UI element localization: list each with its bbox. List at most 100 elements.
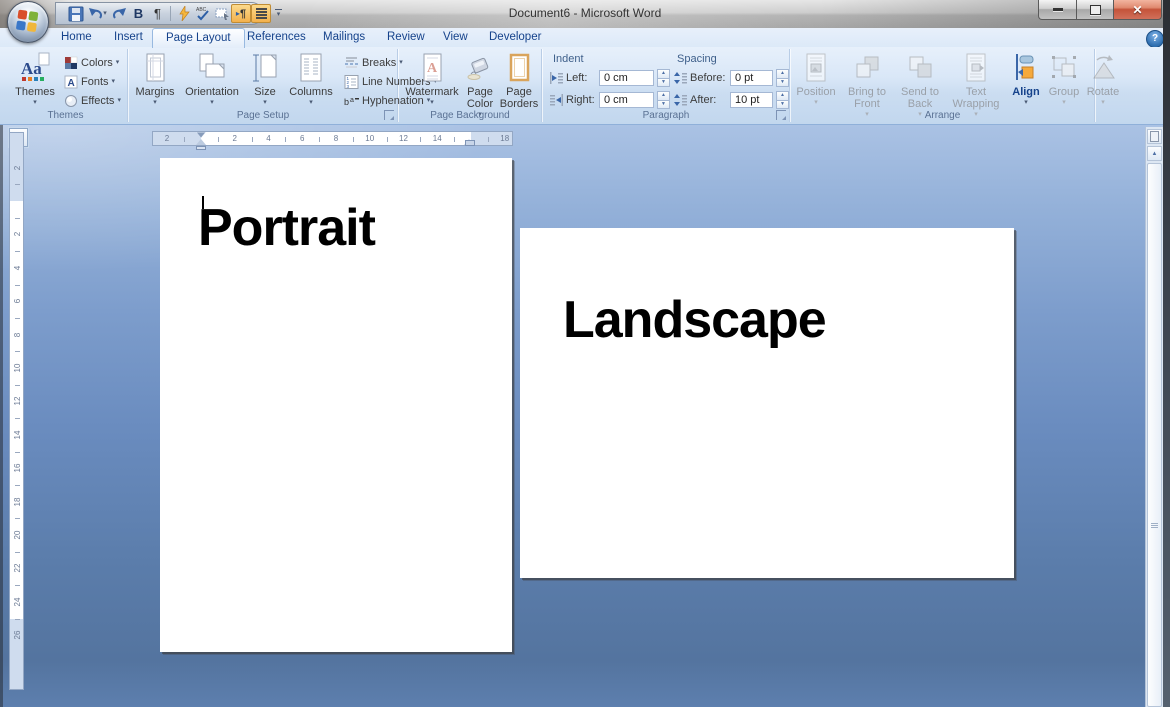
close-button[interactable]: ✕ [1114, 0, 1162, 20]
restore-button[interactable] [1077, 0, 1114, 20]
watermark-button[interactable]: A Watermark ▾ [403, 50, 461, 114]
tab-developer[interactable]: Developer [476, 28, 554, 47]
rotate-button[interactable]: Rotate ▾ [1083, 50, 1123, 114]
themes-button[interactable]: Aa Themes ▾ [10, 50, 60, 114]
qat-customize-button[interactable]: ▾ [275, 9, 282, 18]
spelling-button[interactable]: ABC [193, 4, 212, 23]
page-portrait[interactable]: Portrait [160, 158, 512, 652]
office-button[interactable] [7, 1, 49, 43]
indent-left-input[interactable]: 0 cm [599, 70, 654, 86]
theme-colors-button[interactable]: Colors▾ [64, 54, 119, 71]
indent-right-input[interactable]: 0 cm [599, 92, 654, 108]
window-border-right [1163, 0, 1170, 707]
tab-references[interactable]: References [234, 28, 319, 47]
left-indent-marker[interactable] [196, 146, 206, 150]
right-indent-marker[interactable] [464, 139, 474, 145]
tab-mailings[interactable]: Mailings [310, 28, 378, 47]
theme-effects-icon [64, 94, 78, 108]
theme-effects-button[interactable]: Effects▾ [64, 92, 121, 109]
save-button[interactable] [66, 4, 85, 23]
macros-icon [177, 6, 191, 21]
dropdown-arrow-icon: ▾ [1007, 99, 1045, 106]
page-setup-dialog-launcher[interactable] [384, 110, 394, 120]
tab-review[interactable]: Review [374, 28, 438, 47]
undo-button[interactable]: ▾ [85, 4, 110, 23]
help-button[interactable]: ? [1146, 30, 1164, 48]
bold-button[interactable]: B [129, 4, 148, 23]
dropdown-arrow-icon: ▾ [131, 99, 179, 106]
minimize-button[interactable] [1038, 0, 1077, 20]
undo-icon [88, 7, 103, 21]
tab-home[interactable]: Home [48, 28, 105, 47]
spacing-before-input[interactable]: 0 pt [730, 70, 773, 86]
window-controls: ✕ [1038, 0, 1162, 20]
tab-page-layout[interactable]: Page Layout [152, 28, 245, 48]
scrollbar-thumb[interactable] [1147, 163, 1162, 707]
select-object-button[interactable] [212, 4, 231, 23]
save-icon [68, 6, 84, 22]
text-wrapping-button[interactable]: Text Wrapping ▾ [947, 50, 1005, 114]
align-button[interactable]: Align ▾ [1007, 50, 1045, 114]
page-borders-button[interactable]: Page Borders [499, 50, 539, 114]
themes-icon: Aa [10, 52, 60, 86]
indent-left-spinner[interactable]: ▲▼ [657, 69, 670, 87]
page-borders-icon [499, 52, 539, 86]
indent-right-field: Right: [549, 91, 595, 109]
formatting-marks-button[interactable]: ¶ [148, 4, 167, 23]
theme-fonts-button[interactable]: A Fonts▾ [64, 73, 115, 90]
spacing-heading: Spacing [677, 53, 717, 65]
select-object-icon [214, 6, 230, 21]
spin-up-icon: ▲ [776, 69, 789, 78]
svg-text:A: A [427, 61, 438, 76]
group-button[interactable]: Group ▾ [1045, 50, 1083, 114]
hanging-indent-marker[interactable] [196, 139, 206, 145]
ruler-toggle-icon [1150, 131, 1159, 142]
columns-button[interactable]: Columns ▾ [285, 50, 337, 114]
send-to-back-icon [895, 52, 945, 86]
first-line-indent-marker[interactable] [196, 132, 206, 138]
dropdown-arrow-icon: ▾ [181, 99, 243, 106]
redo-icon [112, 7, 127, 21]
show-formatting-button[interactable]: ▸¶ [231, 4, 251, 23]
group-label-page-background: Page Background [399, 110, 541, 121]
ribbon: Aa Themes ▾ Colors▾ A Fonts▾ Effects▾ Th… [0, 47, 1170, 125]
watermark-icon: A [403, 52, 461, 86]
svg-text:ABC: ABC [196, 7, 207, 13]
page-color-button[interactable]: Page Color ▾ [461, 50, 499, 114]
justify-button[interactable] [251, 4, 271, 23]
page-color-icon [461, 52, 499, 86]
window-border-left [0, 125, 3, 707]
qat-separator [170, 6, 171, 21]
page-landscape[interactable]: Landscape [520, 228, 1014, 578]
dropdown-arrow-icon: ▾ [403, 99, 461, 106]
macros-button[interactable] [174, 4, 193, 23]
svg-text:Aa: Aa [21, 59, 42, 78]
spin-down-icon: ▼ [776, 100, 789, 110]
redo-button[interactable] [110, 4, 129, 23]
dropdown-arrow-icon: ▾ [1083, 99, 1123, 106]
ruler-toggle-button[interactable] [1147, 129, 1162, 144]
h-ruler[interactable]: 2246810121418 [152, 131, 513, 146]
orientation-button[interactable]: Orientation ▾ [181, 50, 243, 114]
indent-left-field: Left: [549, 69, 587, 87]
v-ruler[interactable]: 22468101214161820222426 [9, 132, 24, 690]
position-button[interactable]: Position ▾ [793, 50, 839, 114]
spacing-after-spinner[interactable]: ▲▼ [776, 91, 789, 109]
tab-view[interactable]: View [430, 28, 481, 47]
group-themes: Aa Themes ▾ Colors▾ A Fonts▾ Effects▾ Th… [4, 49, 128, 122]
spacing-after-input[interactable]: 10 pt [730, 92, 773, 108]
indent-left-icon [549, 71, 564, 85]
tab-insert[interactable]: Insert [101, 28, 156, 47]
paragraph-dialog-launcher[interactable] [776, 110, 786, 120]
size-button[interactable]: Size ▾ [245, 50, 285, 114]
spin-up-icon: ▲ [657, 91, 670, 100]
margins-button[interactable]: Margins ▾ [131, 50, 179, 114]
vertical-scrollbar[interactable]: ▲ [1145, 127, 1163, 707]
send-to-back-button[interactable]: Send to Back ▾ [895, 50, 945, 114]
svg-text:A: A [68, 78, 75, 89]
scroll-up-button[interactable]: ▲ [1147, 146, 1162, 161]
indent-right-spinner[interactable]: ▲▼ [657, 91, 670, 109]
spacing-before-spinner[interactable]: ▲▼ [776, 69, 789, 87]
bring-to-front-button[interactable]: Bring to Front ▾ [841, 50, 893, 114]
breaks-button[interactable]: Breaks▾ [344, 54, 403, 71]
